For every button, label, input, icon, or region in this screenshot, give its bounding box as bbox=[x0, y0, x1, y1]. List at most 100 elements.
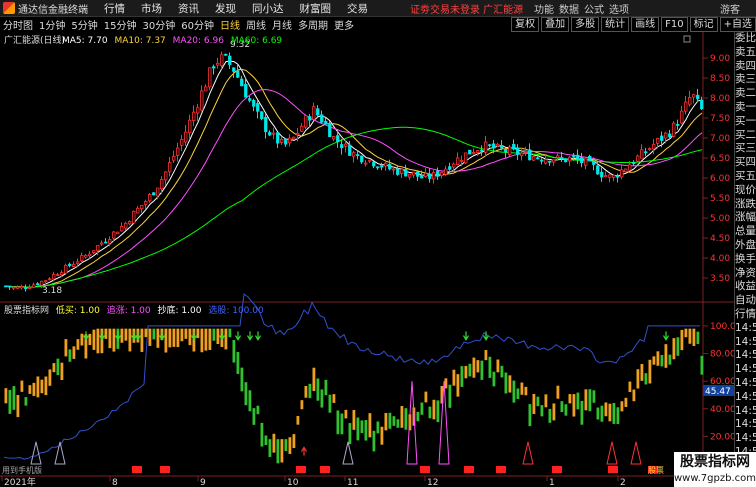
menu-data[interactable]: 数据 bbox=[559, 1, 579, 16]
candle-body bbox=[256, 103, 260, 112]
indicator-bar bbox=[128, 328, 132, 352]
close-icon[interactable] bbox=[683, 35, 691, 43]
menu-discover[interactable]: 发现 bbox=[215, 1, 236, 16]
period-monthly[interactable]: 月线 bbox=[269, 17, 295, 32]
side-panel-item: 买五 bbox=[735, 169, 756, 182]
period-multi[interactable]: 多周期 bbox=[295, 17, 331, 32]
indicator-bar bbox=[32, 382, 36, 396]
indicator-bar bbox=[524, 386, 528, 396]
indicator-bar bbox=[276, 439, 280, 464]
candle-body bbox=[664, 132, 668, 139]
indicator-bar bbox=[472, 357, 476, 378]
price-panel[interactable]: 9.32 3.18 广汇能源(日线) MA5: 7.70 MA10: 7.37 … bbox=[0, 32, 734, 487]
mark-button[interactable]: 标记 bbox=[689, 17, 718, 32]
indicator-panel[interactable]: 股票指标网 低买: 1.00 追涨: 1.00 抄底: 1.00 选股: 100… bbox=[2, 293, 734, 475]
indicator-bar bbox=[548, 408, 552, 423]
period-daily[interactable]: 日线 bbox=[217, 17, 243, 32]
indicator-bar bbox=[144, 328, 148, 338]
candle-body bbox=[128, 221, 132, 225]
indicator-bar bbox=[504, 372, 508, 394]
indicator-bar bbox=[644, 373, 648, 385]
candle-body bbox=[368, 159, 372, 162]
candle-body bbox=[140, 204, 144, 210]
date-tick-label: 2021年 bbox=[4, 476, 36, 487]
candle-body bbox=[496, 143, 500, 147]
indicator-bar bbox=[152, 328, 156, 340]
indicator-bar bbox=[212, 328, 216, 341]
multi-stock-button[interactable]: 多股 bbox=[571, 17, 600, 32]
indicator-bar bbox=[176, 328, 180, 348]
period-30min[interactable]: 30分钟 bbox=[139, 17, 178, 32]
candle-body bbox=[700, 99, 704, 110]
menu-quotes[interactable]: 行情 bbox=[104, 1, 125, 16]
indicator-bar bbox=[616, 407, 620, 425]
indicator-bar bbox=[456, 374, 460, 397]
overlay-button[interactable]: 叠加 bbox=[541, 17, 570, 32]
candle-body bbox=[208, 67, 212, 88]
candle-body bbox=[224, 53, 228, 56]
kline-chart[interactable]: 9.32 3.18 广汇能源(日线) MA5: 7.70 MA10: 7.37 … bbox=[0, 32, 734, 487]
period-tick[interactable]: 分时图 bbox=[0, 17, 36, 32]
side-panel-item: 买一 bbox=[735, 114, 756, 127]
candle-body bbox=[380, 165, 384, 168]
indicator-bar bbox=[688, 328, 692, 344]
period-5min[interactable]: 5分钟 bbox=[68, 17, 100, 32]
candle-body bbox=[508, 146, 512, 155]
indicator-bar bbox=[428, 406, 432, 419]
menu-function[interactable]: 功能 bbox=[534, 1, 554, 16]
date-tick-label: 10 bbox=[287, 478, 299, 487]
indicator-bar bbox=[668, 354, 672, 365]
side-panel-item: 收益 bbox=[735, 280, 756, 293]
candle-body bbox=[632, 162, 636, 164]
indicator-bar bbox=[264, 435, 268, 446]
indicator-bar bbox=[416, 411, 420, 422]
guest-label[interactable]: 游客 bbox=[720, 1, 740, 16]
add-watchlist-button[interactable]: +自选 bbox=[719, 17, 756, 32]
login-notice[interactable]: 证劵交易未登录 广汇能源 bbox=[410, 1, 523, 16]
draw-button[interactable]: 画线 bbox=[631, 17, 660, 32]
period-weekly[interactable]: 周线 bbox=[243, 17, 269, 32]
indicator-bar bbox=[296, 416, 300, 425]
menu-options[interactable]: 选项 bbox=[609, 1, 629, 16]
indicator-bar bbox=[652, 356, 656, 365]
side-panel-item: 14:5 bbox=[735, 390, 756, 403]
period-60min[interactable]: 60分钟 bbox=[178, 17, 217, 32]
indicator-bar bbox=[508, 375, 512, 393]
price-tick-label: 7.00 bbox=[710, 134, 730, 144]
signal-block bbox=[132, 466, 142, 473]
adjust-button[interactable]: 复权 bbox=[511, 17, 540, 32]
candle-body bbox=[68, 263, 72, 267]
indicator-bar bbox=[28, 385, 32, 394]
candle-body bbox=[36, 283, 40, 286]
period-1min[interactable]: 1分钟 bbox=[36, 17, 68, 32]
f10-button[interactable]: F10 bbox=[661, 17, 688, 32]
candle-body bbox=[528, 149, 532, 161]
menu-news[interactable]: 资讯 bbox=[178, 1, 199, 16]
side-panel-item: 14:5 bbox=[735, 418, 756, 431]
menu-assistant[interactable]: 同小达 bbox=[252, 1, 284, 16]
ind-label-bottom: 抄底: 1.00 bbox=[158, 304, 202, 316]
candle-body bbox=[288, 137, 292, 144]
side-panel-item: 卖一 bbox=[735, 100, 756, 113]
indicator-bar bbox=[496, 359, 500, 373]
candle-body bbox=[188, 119, 192, 134]
period-15min[interactable]: 15分钟 bbox=[101, 17, 140, 32]
candle-body bbox=[588, 156, 592, 161]
candle-body bbox=[260, 111, 264, 120]
menu-market[interactable]: 市场 bbox=[141, 1, 162, 16]
stats-button[interactable]: 统计 bbox=[601, 17, 630, 32]
indicator-bar bbox=[184, 328, 188, 339]
candle-body bbox=[372, 161, 376, 167]
side-panel-item: 换手 bbox=[735, 252, 756, 265]
candle-body bbox=[408, 173, 412, 178]
indicator-name: 股票指标网 bbox=[4, 304, 49, 316]
indicator-bar bbox=[284, 439, 288, 452]
menu-trade[interactable]: 交易 bbox=[347, 1, 368, 16]
indicator-bar bbox=[600, 405, 604, 422]
side-panel-item: 卖三 bbox=[735, 73, 756, 86]
candle-body bbox=[464, 152, 468, 164]
menu-formula[interactable]: 公式 bbox=[584, 1, 604, 16]
period-more[interactable]: 更多 bbox=[331, 17, 357, 32]
menu-wealth[interactable]: 财富圈 bbox=[300, 1, 332, 16]
candle-body bbox=[692, 94, 696, 98]
